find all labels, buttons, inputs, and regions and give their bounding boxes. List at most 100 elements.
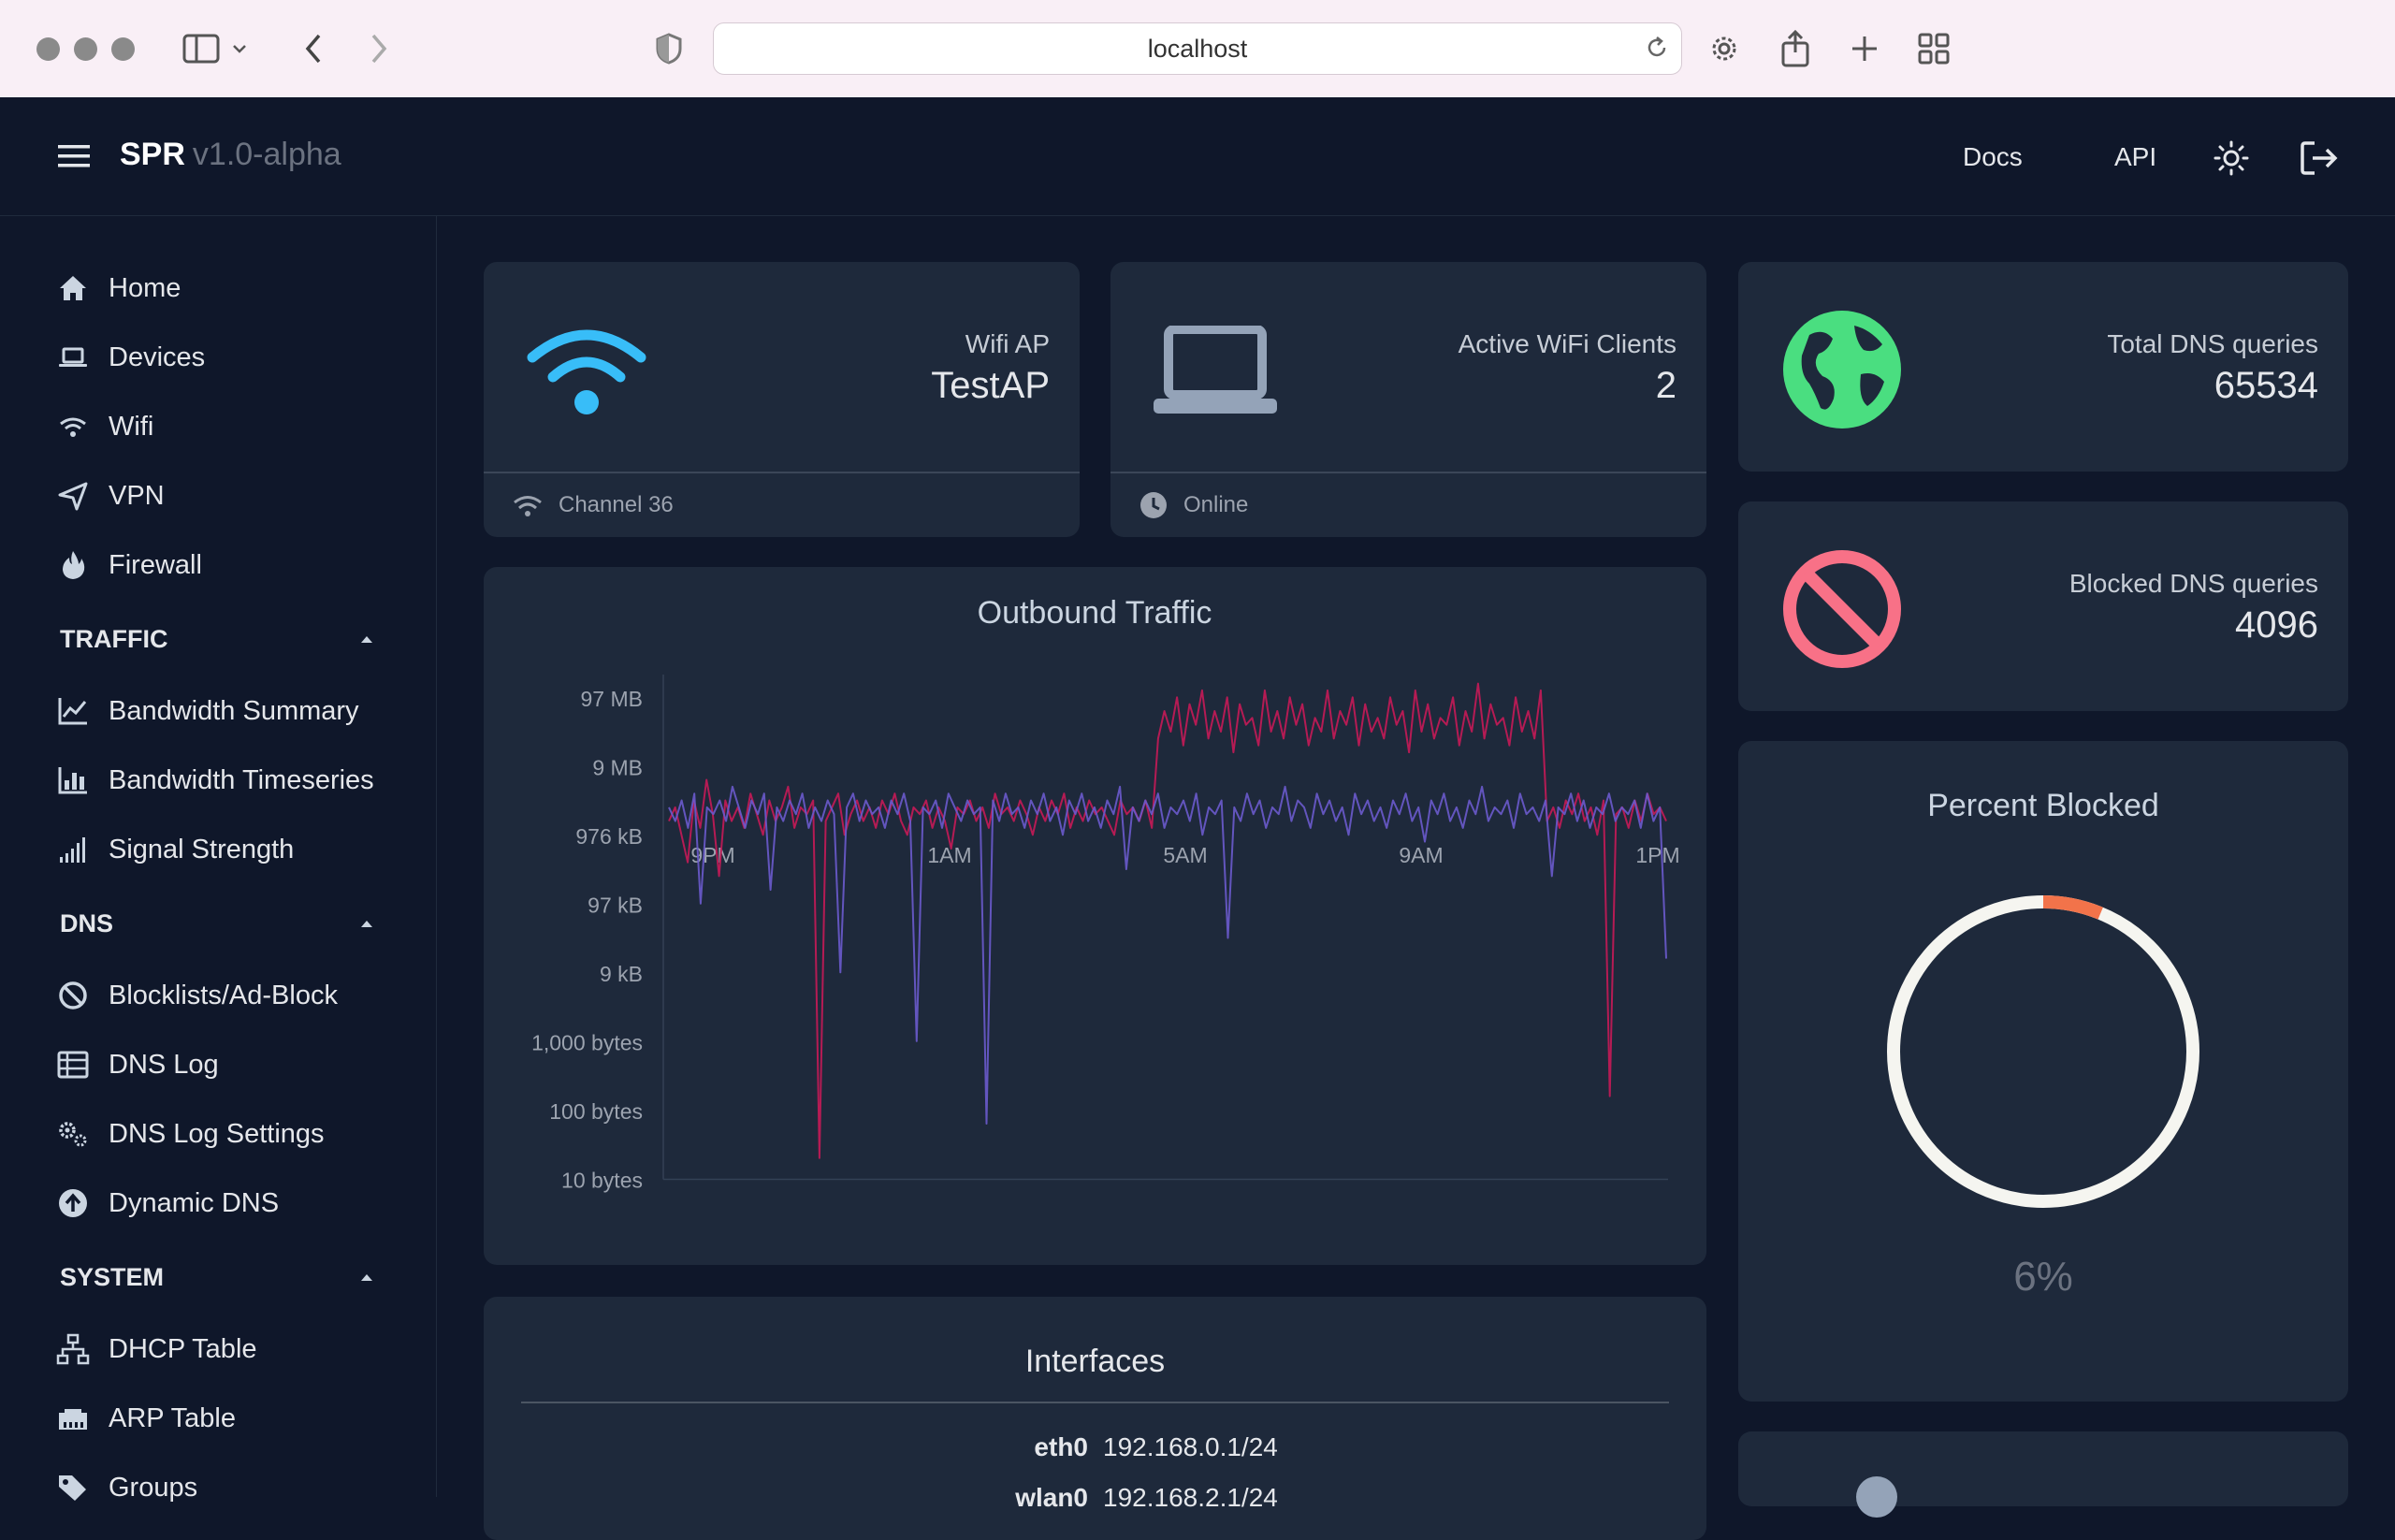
outbound-traffic-card: Outbound Traffic 97 MB 9 MB 976 kB 97 kB 9 kB…: [484, 567, 1706, 1265]
window-close-button[interactable]: [36, 37, 60, 61]
next-card: [1738, 1431, 2348, 1518]
y-tick-label: 976 kB: [575, 824, 643, 849]
blocked-dns-card: Blocked DNS queries 4096: [1738, 501, 2348, 711]
chart-title: Outbound Traffic: [978, 595, 1212, 631]
sidebar-item-home[interactable]: Home: [56, 269, 181, 307]
sidebar-item-label: VPN: [109, 480, 165, 511]
card-value: 2: [1655, 365, 1676, 406]
sidebar-item-label: Home: [109, 272, 181, 303]
table-icon: [57, 1051, 89, 1079]
x-tick-label: 9AM: [1399, 843, 1443, 867]
sidebar-item-label: Groups: [109, 1472, 198, 1503]
card-value: TestAP: [931, 365, 1050, 406]
chevron-down-icon[interactable]: [228, 26, 251, 71]
sidebar-item-label: DNS Log: [109, 1049, 219, 1080]
outbound-traffic-chart: Outbound Traffic 97 MB 9 MB 976 kB 97 kB 9 kB…: [531, 595, 1680, 1193]
percent-value: 6%: [2013, 1254, 2073, 1300]
interface-address: 192.168.2.1/24: [1103, 1483, 1278, 1512]
sidebar-item-blocklists[interactable]: Blocklists/Ad-Block: [56, 977, 338, 1014]
sidebar-item-label: ARP Table: [109, 1402, 236, 1433]
block-icon: [1781, 548, 1903, 675]
upload-circle-icon: [59, 1189, 87, 1217]
interface-row: eth0 192.168.0.1/24: [484, 1422, 1706, 1473]
y-tick-label: 100 bytes: [549, 1099, 643, 1124]
brand[interactable]: SPR v1.0-alpha: [120, 137, 341, 173]
docs-link[interactable]: Docs: [1963, 142, 2023, 172]
reload-icon[interactable]: [1644, 35, 1670, 67]
caret-up-icon[interactable]: [361, 636, 372, 643]
sidebar-item-label: Blocklists/Ad-Block: [109, 980, 338, 1010]
hamburger-menu-icon[interactable]: [58, 144, 90, 173]
sidebar-item-dns-log-settings[interactable]: DNS Log Settings: [56, 1115, 325, 1153]
vpn-icon: [58, 482, 88, 511]
clock-icon: [1140, 492, 1167, 518]
cogs-icon: [59, 1122, 87, 1147]
section-dns-title[interactable]: DNS: [60, 909, 113, 938]
brand-name: SPR: [120, 137, 185, 172]
sidebar-item-label: Wifi: [109, 411, 154, 442]
sidebar-item-label: Dynamic DNS: [109, 1187, 280, 1218]
new-tab-plus-icon[interactable]: [1841, 26, 1888, 71]
card-label: Blocked DNS queries: [2068, 569, 2318, 598]
sidebar-item-groups[interactable]: Groups: [56, 1469, 197, 1506]
sidebar-item-dynamic-dns[interactable]: Dynamic DNS: [56, 1184, 279, 1222]
ethernet-icon: [59, 1409, 87, 1430]
window-zoom-button[interactable]: [111, 37, 135, 61]
sidebar-item-firewall[interactable]: Firewall: [56, 546, 202, 584]
sidebar-item-label: DNS Log Settings: [109, 1118, 325, 1149]
sidebar-item-wifi[interactable]: Wifi: [56, 408, 153, 445]
forward-arrow-icon[interactable]: [356, 26, 402, 71]
sidebar-item-label: DHCP Table: [109, 1333, 257, 1364]
y-tick-label: 97 kB: [588, 893, 643, 918]
sidebar-item-devices[interactable]: Devices: [56, 339, 205, 376]
section-system-title[interactable]: SYSTEM: [60, 1263, 164, 1292]
api-link[interactable]: API: [2114, 142, 2156, 172]
wifi-icon: [60, 417, 86, 437]
tab-overview-icon[interactable]: [1910, 26, 1957, 71]
shield-icon[interactable]: [646, 26, 692, 71]
sidebar-item-dhcp-table[interactable]: DHCP Table: [56, 1330, 257, 1368]
window-minimize-button[interactable]: [74, 37, 97, 61]
browser-toolbar: localhost: [0, 0, 2395, 98]
top-navbar: SPR v1.0-alpha Docs API: [0, 97, 2395, 216]
sidebar-item-arp-table[interactable]: ARP Table: [56, 1400, 236, 1437]
theme-sun-icon[interactable]: [2214, 140, 2249, 181]
sidebar-item-dns-log[interactable]: DNS Log: [56, 1046, 219, 1083]
card-value: 65534: [2214, 365, 2318, 406]
section-traffic-title[interactable]: TRAFFIC: [60, 625, 167, 654]
active-clients-card: Active WiFi Clients 2 Online: [1110, 262, 1706, 537]
channel-text: Channel 36: [559, 492, 674, 517]
sidebar-item-label: Bandwidth Timeseries: [109, 764, 374, 795]
network-icon: [56, 1333, 90, 1365]
card-value: 4096: [2235, 604, 2318, 646]
caret-up-icon[interactable]: [361, 1274, 372, 1281]
laptop-icon: [1154, 325, 1277, 420]
tags-icon: [59, 1475, 86, 1501]
fire-icon: [63, 551, 85, 579]
sidebar-toggle-icon[interactable]: [178, 26, 225, 71]
sidebar-item-signal-strength[interactable]: Signal Strength: [56, 831, 294, 868]
share-icon[interactable]: [1772, 26, 1819, 71]
settings-gear-icon[interactable]: [1701, 26, 1748, 71]
url-text: localhost: [1147, 34, 1248, 63]
interfaces-card: Interfaces eth0 192.168.0.1/24 wlan0 192…: [484, 1297, 1706, 1540]
x-tick-label: 1AM: [927, 843, 971, 867]
sidebar-item-bandwidth-timeseries[interactable]: Bandwidth Timeseries: [56, 762, 374, 799]
home-icon: [60, 276, 86, 300]
interface-name: wlan0: [1015, 1483, 1088, 1512]
logout-icon[interactable]: [2300, 140, 2339, 181]
card-title: Percent Blocked: [1927, 788, 2159, 823]
sidebar-item-label: Signal Strength: [109, 834, 295, 864]
card-label: Wifi AP: [965, 329, 1050, 358]
sidebar-item-vpn[interactable]: VPN: [56, 477, 165, 515]
y-tick-label: 9 kB: [600, 962, 643, 986]
address-bar[interactable]: localhost: [713, 22, 1682, 75]
sidebar-item-bandwidth-summary[interactable]: Bandwidth Summary: [56, 692, 359, 730]
brand-version: v1.0-alpha: [192, 137, 341, 172]
percent-blocked-card: Percent Blocked 6%: [1738, 741, 2348, 1402]
laptop-icon: [59, 347, 87, 367]
caret-up-icon[interactable]: [361, 921, 372, 927]
interface-name: eth0: [1034, 1432, 1088, 1461]
back-arrow-icon[interactable]: [290, 26, 337, 71]
y-tick-label: 10 bytes: [561, 1169, 643, 1193]
